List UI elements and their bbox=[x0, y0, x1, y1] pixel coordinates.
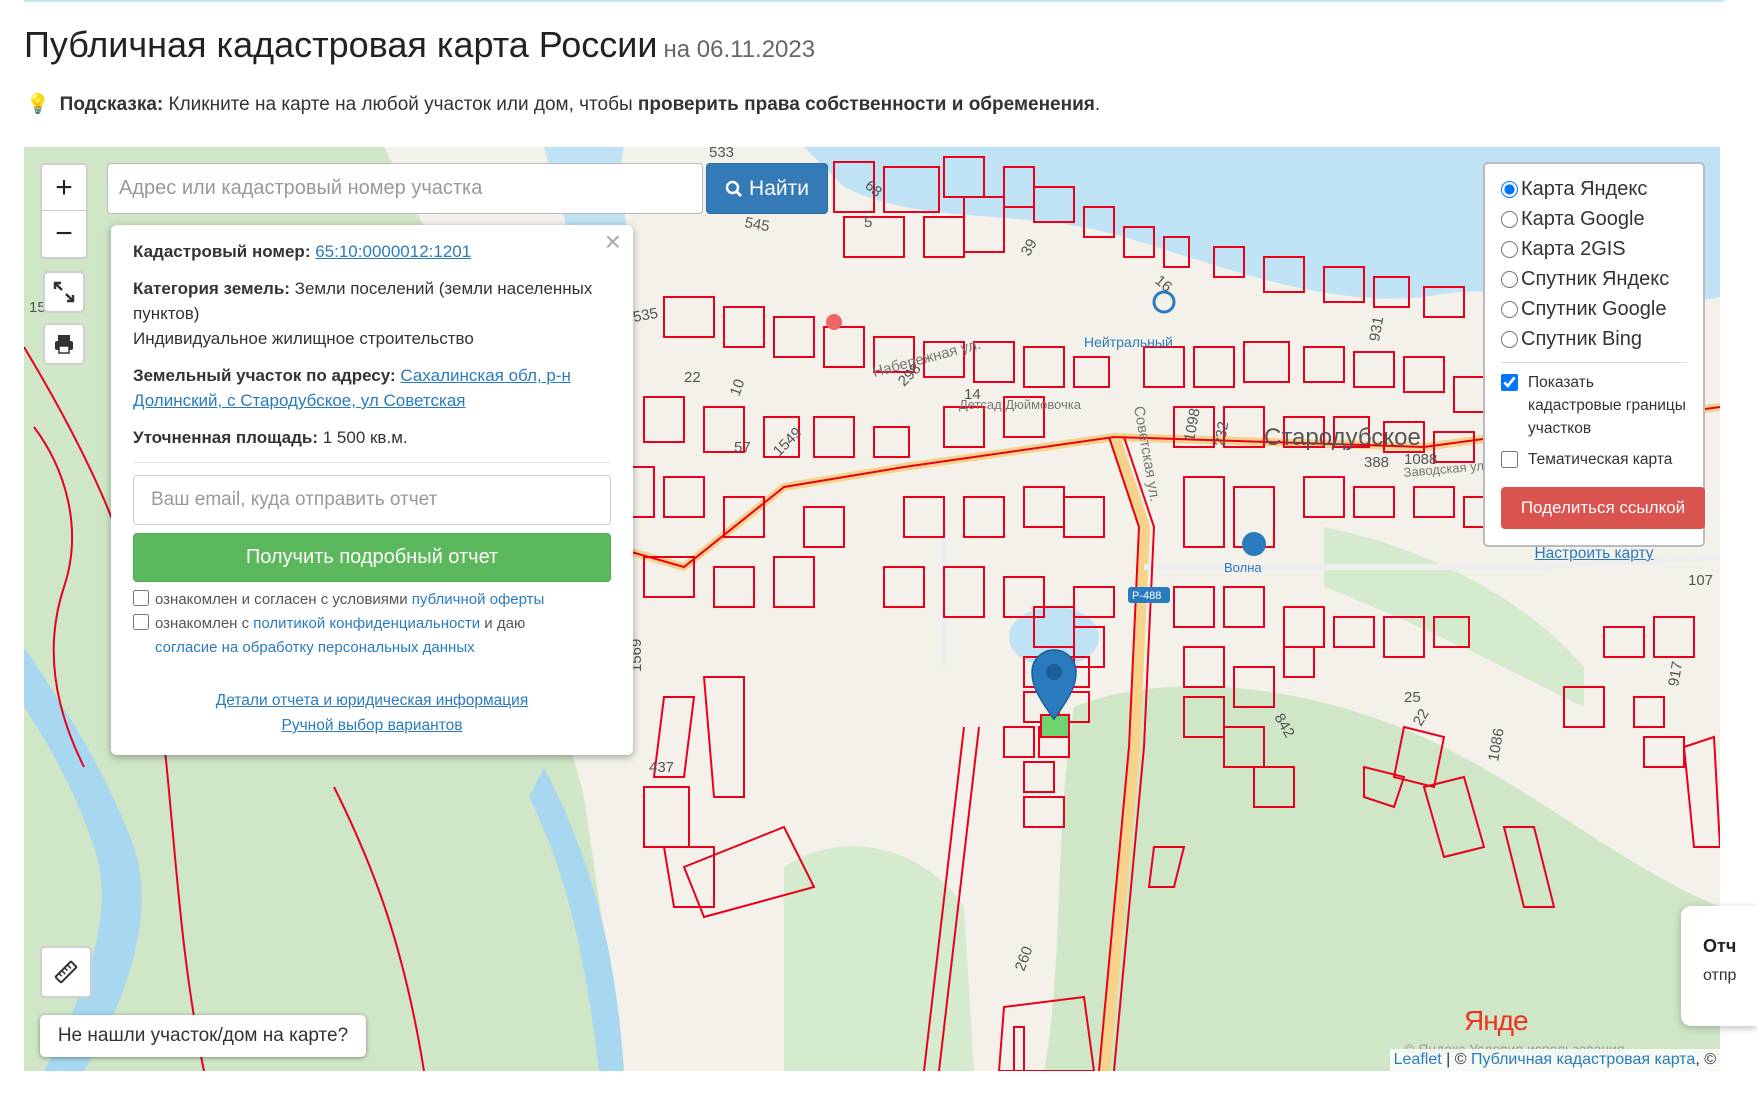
basemap-radio[interactable] bbox=[1501, 330, 1518, 348]
basemap-option-label: Карта Google bbox=[1521, 207, 1645, 230]
basemap-radio[interactable] bbox=[1501, 240, 1518, 258]
show-borders-option[interactable]: Показать кадастровые границы участков bbox=[1501, 371, 1687, 440]
basemap-radio[interactable] bbox=[1501, 180, 1518, 198]
basemap-option-label: Спутник Яндекс bbox=[1521, 267, 1670, 290]
basemap-option[interactable]: Спутник Bing bbox=[1501, 324, 1687, 354]
zoom-in-button[interactable]: + bbox=[42, 165, 86, 211]
hint-text: Кликните на карте на любой участок или д… bbox=[163, 94, 638, 115]
zoom-out-button[interactable]: − bbox=[42, 211, 86, 257]
ruler-icon bbox=[54, 960, 78, 984]
page-date: на 06.11.2023 bbox=[663, 36, 816, 63]
print-icon bbox=[55, 335, 73, 354]
popup-links: Детали отчета и юридическая информация Р… bbox=[133, 688, 611, 738]
page-title-text: Публичная кадастровая карта России bbox=[24, 24, 658, 65]
cadastral-label: Кадастровый номер: bbox=[133, 242, 311, 261]
area-row: Уточненная площадь: 1 500 кв.м. bbox=[133, 425, 611, 450]
side-report-card[interactable]: Отч отпр bbox=[1681, 906, 1757, 1026]
layers-panel: Карта Яндекс Карта Google Карта 2GIS Спутни… bbox=[1483, 162, 1705, 562]
print-button[interactable] bbox=[43, 323, 85, 365]
map-marker-icon[interactable] bbox=[1031, 649, 1077, 721]
show-borders-checkbox[interactable] bbox=[1501, 374, 1518, 391]
consent-privacy-text: ознакомлен с bbox=[155, 615, 254, 632]
side-card-text: отпр bbox=[1703, 967, 1737, 984]
search-icon bbox=[725, 180, 743, 197]
map-container[interactable]: Стародубское Набережная ул. Советская ул… bbox=[24, 147, 1720, 1071]
fullscreen-icon bbox=[53, 281, 75, 303]
configure-map-link[interactable]: Настроить карту bbox=[1534, 545, 1653, 562]
hint-line: 💡 Подсказка: Кликните на карте на любой у… bbox=[26, 92, 1100, 116]
basemap-option[interactable]: Спутник Google bbox=[1501, 294, 1687, 324]
consent-offer: ознакомлен и согласен с условиями публич… bbox=[133, 588, 611, 612]
cadastral-number-link[interactable]: 65:10:0000012:1201 bbox=[315, 242, 471, 261]
attribution-end: , © bbox=[1695, 1051, 1716, 1068]
poi-museum-icon bbox=[826, 314, 842, 330]
leaflet-link[interactable]: Leaflet bbox=[1394, 1051, 1442, 1068]
map-attribution: Leaflet | © Публичная кадастровая карта,… bbox=[1389, 1049, 1720, 1071]
page-title: Публичная кадастровая карта России на 06.… bbox=[24, 24, 815, 66]
category-use: Индивидуальное жилищное строительство bbox=[133, 329, 474, 348]
basemap-option[interactable]: Спутник Яндекс bbox=[1501, 264, 1687, 294]
attribution-sep: | © bbox=[1441, 1051, 1471, 1068]
share-link-button[interactable]: Поделиться ссылкой bbox=[1501, 487, 1705, 529]
consent-privacy-checkbox[interactable] bbox=[133, 614, 149, 630]
basemap-option-label: Спутник Google bbox=[1521, 297, 1667, 320]
fullscreen-button[interactable] bbox=[43, 271, 85, 313]
category-label: Категория земель: bbox=[133, 279, 290, 298]
email-field[interactable] bbox=[133, 475, 611, 525]
category-row: Категория земель: Земли поселений (земли… bbox=[133, 276, 611, 351]
search-button-label: Найти bbox=[749, 176, 809, 200]
side-card-title: Отч bbox=[1703, 936, 1737, 956]
basemap-option-label: Карта Яндекс bbox=[1521, 177, 1648, 200]
yandex-logo: Янде bbox=[1464, 1005, 1529, 1037]
yandex-logo-text: Янде bbox=[1464, 1005, 1529, 1036]
hint-bold-text: проверить права собственности и обремене… bbox=[637, 94, 1095, 115]
search-button[interactable]: Найти bbox=[706, 163, 828, 214]
address-row: Земельный участок по адресу: Сахалинская… bbox=[133, 363, 611, 413]
area-label: Уточненная площадь: bbox=[133, 428, 318, 447]
consent-privacy: ознакомлен с политикой конфиденциальност… bbox=[133, 612, 611, 660]
basemap-option-label: Карта 2GIS bbox=[1521, 237, 1626, 260]
address-label: Земельный участок по адресу: bbox=[133, 366, 396, 385]
cadastral-row: Кадастровый номер: 65:10:0000012:1201 bbox=[133, 239, 611, 264]
thematic-option[interactable]: Тематическая карта bbox=[1501, 448, 1687, 471]
consent-offer-text: ознакомлен и согласен с условиями bbox=[155, 591, 412, 608]
basemap-radio[interactable] bbox=[1501, 270, 1518, 288]
parcel-info-popup: × Кадастровый номер: 65:10:0000012:1201 … bbox=[111, 225, 633, 755]
get-report-button[interactable]: Получить подробный отчет bbox=[133, 533, 611, 582]
basemap-option[interactable]: Карта Google bbox=[1501, 204, 1687, 234]
layers-divider bbox=[1501, 362, 1687, 363]
show-borders-label: Показать кадастровые границы участков bbox=[1528, 374, 1686, 437]
basemap-option-label: Спутник Bing bbox=[1521, 327, 1642, 350]
lightbulb-icon: 💡 bbox=[26, 94, 50, 115]
basemap-radio[interactable] bbox=[1501, 210, 1518, 228]
thematic-label: Тематическая карта bbox=[1528, 451, 1673, 468]
popup-divider bbox=[133, 462, 611, 463]
hint-end: . bbox=[1094, 94, 1101, 115]
pkk-link[interactable]: Публичная кадастровая карта bbox=[1471, 1051, 1695, 1068]
not-found-button[interactable]: Не нашли участок/дом на карте? bbox=[40, 1015, 366, 1057]
search-input[interactable] bbox=[107, 163, 703, 214]
area-value: 1 500 кв.м. bbox=[322, 428, 408, 447]
basemap-option[interactable]: Карта 2GIS bbox=[1501, 234, 1687, 264]
zoom-control: + − bbox=[40, 163, 88, 259]
thematic-checkbox[interactable] bbox=[1501, 451, 1518, 468]
basemap-radio-list: Карта Яндекс Карта Google Карта 2GIS Спутни… bbox=[1501, 174, 1687, 354]
poi-shop-icon bbox=[1242, 532, 1266, 556]
measure-button[interactable] bbox=[40, 946, 92, 998]
close-icon[interactable]: × bbox=[605, 228, 621, 256]
personal-data-link[interactable]: согласие на обработку персональных данны… bbox=[155, 639, 475, 656]
top-divider bbox=[24, 0, 1724, 2]
basemap-option[interactable]: Карта Яндекс bbox=[1501, 174, 1687, 204]
consent-offer-checkbox[interactable] bbox=[133, 590, 149, 606]
manual-selection-link[interactable]: Ручной выбор вариантов bbox=[281, 717, 462, 734]
report-details-link[interactable]: Детали отчета и юридическая информация bbox=[216, 692, 528, 709]
hint-label: Подсказка: bbox=[59, 94, 164, 115]
poi-bus-icon bbox=[1152, 290, 1176, 314]
basemap-radio[interactable] bbox=[1501, 300, 1518, 318]
configure-map: Настроить карту bbox=[1501, 545, 1687, 563]
privacy-policy-link[interactable]: политикой конфиденциальности bbox=[253, 615, 480, 632]
consent-privacy-mid: и даю bbox=[480, 615, 526, 632]
public-offer-link[interactable]: публичной оферты bbox=[412, 591, 545, 608]
